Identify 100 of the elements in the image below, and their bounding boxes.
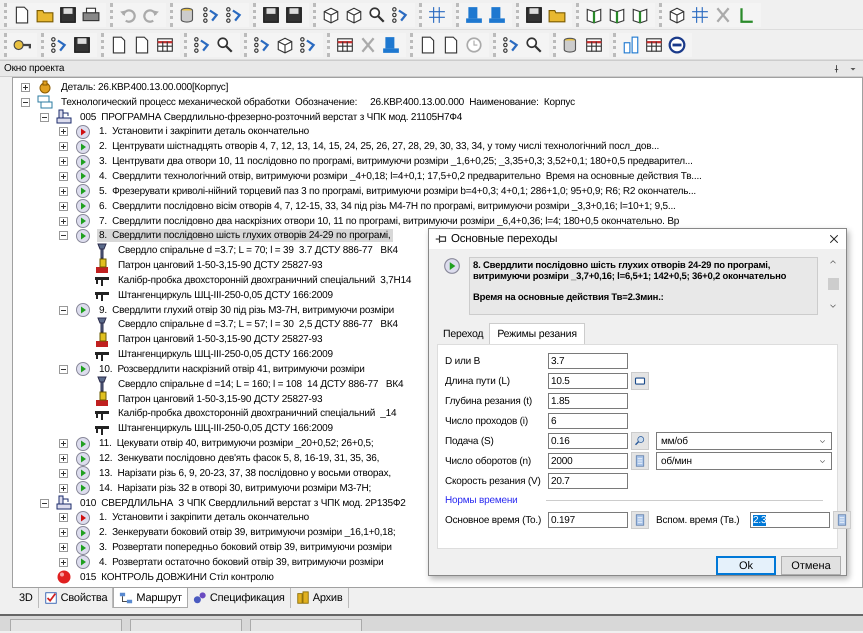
calculator-button[interactable] xyxy=(631,511,649,529)
list-icon[interactable] xyxy=(193,36,211,54)
calculator-button[interactable] xyxy=(833,511,851,529)
input-field[interactable]: 2000 xyxy=(548,453,628,469)
book-icon[interactable] xyxy=(585,6,603,24)
expander-icon[interactable] xyxy=(59,454,68,464)
tree-item[interactable]: 7. Свердлити послідовно два наскрізних отвори 10, 11 по програмі, витримуючи розміри _6,4+0,36; l=4; 180+0,5 окончательно. Вр xyxy=(97,214,682,228)
printer-icon[interactable] xyxy=(82,6,100,24)
table-icon[interactable] xyxy=(336,36,354,54)
tree-item[interactable]: Калібр-пробка двохсторонній двохграничний спеціальний 3,7Н14 xyxy=(116,274,414,287)
combo-field[interactable] xyxy=(10,619,122,631)
expander-icon[interactable] xyxy=(59,216,68,226)
grid-icon[interactable] xyxy=(691,6,709,24)
tree-item[interactable]: Патрон цанговий 1-50-3,15-90 ДСТУ 25827-93 xyxy=(116,392,324,406)
tree-item[interactable]: Патрон цанговий 1-50-3,15-90 ДСТУ 25827-93 xyxy=(116,259,324,272)
table-icon[interactable] xyxy=(645,36,663,54)
expander-icon[interactable] xyxy=(59,127,68,136)
panel-tab[interactable]: Маршрут xyxy=(113,588,188,608)
expander-icon[interactable] xyxy=(59,231,68,240)
tree-item[interactable]: Свердло спіральне d =3.7; L = 57; l = 30 2,5 ДСТУ 886-77 ВК4 xyxy=(116,318,400,332)
expander-icon[interactable] xyxy=(59,558,68,567)
dialog-button[interactable]: Ok xyxy=(716,556,776,575)
magnifier-icon[interactable] xyxy=(368,6,386,24)
calculator-button[interactable] xyxy=(631,452,649,470)
tree-item[interactable]: 010 СВЕРДЛИЛЬНА З ЧПК Свердлильний верстат з ЧПК мод. 2Р135Ф2 xyxy=(78,496,408,510)
unit-dropdown[interactable]: об/мин xyxy=(656,452,832,470)
expander-icon[interactable] xyxy=(21,82,30,92)
page-icon[interactable] xyxy=(110,36,128,54)
expander-icon[interactable] xyxy=(59,202,68,211)
page-icon[interactable] xyxy=(442,36,460,54)
table-icon[interactable] xyxy=(156,36,174,54)
tree-item[interactable]: Деталь: 26.КВР.400.13.00.000[Корпус] xyxy=(59,80,230,94)
expander-icon[interactable] xyxy=(21,98,30,107)
page-icon[interactable] xyxy=(419,36,437,54)
expander-icon[interactable] xyxy=(59,513,68,522)
table-button[interactable] xyxy=(631,372,649,390)
expander-icon[interactable] xyxy=(59,306,68,315)
expander-icon[interactable] xyxy=(59,142,68,152)
magnifier-icon[interactable] xyxy=(216,36,234,54)
list-icon[interactable] xyxy=(502,36,520,54)
book-icon[interactable] xyxy=(608,6,626,24)
tree-item[interactable]: Свердло спіральне d =14; L = 160; l = 108 14 ДСТУ 886-77 ВК4 xyxy=(116,378,406,391)
magnifier-icon[interactable] xyxy=(525,36,543,54)
input-field[interactable]: 0.197 xyxy=(548,512,628,528)
bars-icon[interactable] xyxy=(622,36,640,54)
tree-item[interactable]: 11. Цекувати отвір 40, витримуючи розміри _20+0,52; 26+0,5; xyxy=(97,437,376,450)
book-icon[interactable] xyxy=(631,6,649,24)
expander-icon[interactable] xyxy=(59,157,68,166)
expander-icon[interactable] xyxy=(59,484,68,493)
input-field[interactable]: 1.85 xyxy=(548,393,628,409)
cube-icon[interactable] xyxy=(322,6,340,24)
list-icon[interactable] xyxy=(299,36,317,54)
list-icon[interactable] xyxy=(391,6,409,24)
input-field[interactable]: 3.7 xyxy=(548,353,628,369)
block-icon[interactable] xyxy=(465,6,483,24)
tree-item[interactable]: 4. Свердлити технологічний отвір, витримуючи розміри _4+0,18; l=4+0,1; 17,5+0,2 предварительно Время на основные действия Тв.... xyxy=(97,170,704,183)
tree-item[interactable]: 9. Свердлити глухий отвір 30 під різь М3-7Н, витримуючи розміри xyxy=(97,304,396,317)
input-field[interactable]: 0.16 xyxy=(548,433,628,449)
expander-icon[interactable] xyxy=(59,543,68,552)
tree-item[interactable]: Калібр-пробка двохсторонній двохграничний спеціальний _14 xyxy=(116,407,398,420)
input-field[interactable]: 2.3 xyxy=(750,512,830,528)
combo-field[interactable] xyxy=(130,619,242,631)
panel-tab[interactable]: Архив xyxy=(290,588,349,608)
tree-item[interactable]: 13. Нарізати різь 6, 9, 20-23, 37, 38 послідовно у восьми отворах, xyxy=(97,466,393,480)
tree-item[interactable]: 2. Центрувати шістнадцять отворів 4, 7, 12, 13, 14, 15, 24, 25, 26, 27, 28, 29, 30, 33, 34, у тому числі технологічний посл_дов... xyxy=(97,140,662,154)
cube-icon[interactable] xyxy=(345,6,363,24)
list-icon[interactable] xyxy=(50,36,68,54)
block-icon[interactable] xyxy=(488,6,506,24)
expander-icon[interactable] xyxy=(40,112,49,122)
cube-icon[interactable] xyxy=(668,6,686,24)
tree-item[interactable]: Патрон цанговий 1-50-3,15-90 ДСТУ 25827-93 xyxy=(116,333,324,346)
tree-item[interactable]: 3. Розвертати попередньо боковий отвір 39, витримуючи розміри xyxy=(97,541,394,554)
scrollbar-thumb[interactable] xyxy=(828,278,839,290)
tree-item[interactable]: Свердло спіральне d =3.7; L = 70; l = 39 3.7 ДСТУ 886-77 ВК4 xyxy=(116,244,400,258)
tree-item[interactable]: 1. Установити і закріпити деталь окончательно xyxy=(97,125,312,138)
dialog-tab[interactable]: Режимы резания xyxy=(489,323,585,344)
input-field[interactable]: 10.5 xyxy=(548,373,628,389)
block-icon[interactable] xyxy=(382,36,400,54)
list-icon[interactable] xyxy=(225,6,243,24)
panel-tab[interactable]: Свойства xyxy=(38,588,114,608)
tree-item[interactable]: Технологический процесс механической обработки Обозначение: 26.КВР.400.13.00.000 Наименование: Корпус xyxy=(59,96,577,109)
tree-item[interactable]: 8. Свердлити послідовно шість глухих отворів 24-29 по програмі, xyxy=(97,229,393,242)
tree-item[interactable]: Штангенциркуль ШЦ-ІІІ-250-0,05 ДСТУ 166:2009 xyxy=(116,348,335,362)
expander-icon[interactable] xyxy=(59,439,68,448)
tree-item[interactable]: 005 ПРОГРАМНА Свердлильно-фрезерно-розточний верстат з ЧПК мод. 21105Н7Ф4 xyxy=(78,110,464,124)
table-icon[interactable] xyxy=(585,36,603,54)
expander-icon[interactable] xyxy=(59,364,68,374)
unit-dropdown[interactable]: мм/об xyxy=(656,432,832,450)
grid-icon[interactable] xyxy=(428,6,446,24)
search-button[interactable] xyxy=(631,432,649,450)
expander-icon[interactable] xyxy=(40,498,49,508)
expander-icon[interactable] xyxy=(59,186,68,196)
tree-item[interactable]: Штангенциркуль ШЦ-ІІІ-250-0,05 ДСТУ 166:2009 xyxy=(116,288,335,302)
dialog-button[interactable]: Отмена xyxy=(781,556,841,575)
tree-item[interactable]: 14. Нарізати різь 32 в отворі 30, витримуючи розміри М3-7Н; xyxy=(97,482,374,495)
expander-icon[interactable] xyxy=(59,468,68,478)
tree-item[interactable]: 2. Зенкерувати боковий отвір 39, витримуючи розміри _16,1+0,18; xyxy=(97,526,398,540)
page-icon[interactable] xyxy=(133,36,151,54)
expander-icon[interactable] xyxy=(59,172,68,181)
tree-item[interactable]: Штангенциркуль ШЦ-ІІІ-250-0,05 ДСТУ 166:2009 xyxy=(116,422,335,436)
